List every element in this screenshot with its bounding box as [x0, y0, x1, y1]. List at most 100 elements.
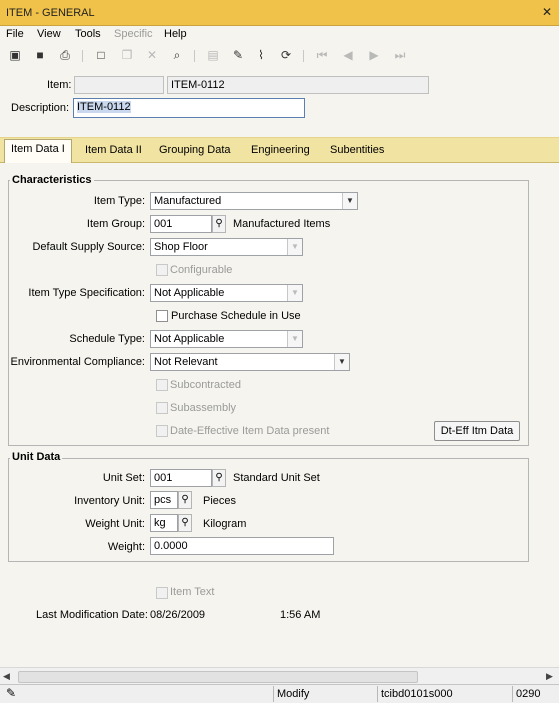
- status-mode: Modify: [273, 686, 377, 702]
- supply-source-label: Default Supply Source:: [32, 241, 145, 253]
- find-icon[interactable]: ⌕: [168, 46, 186, 64]
- menu-specific[interactable]: Specific: [114, 28, 153, 40]
- tab-subentities[interactable]: Subentities: [324, 141, 390, 161]
- toolbar-separator: [303, 50, 304, 62]
- pen-icon: ✎: [6, 686, 17, 700]
- tab-item-data-1[interactable]: Item Data I: [4, 139, 72, 163]
- next-record-icon[interactable]: ▶: [365, 46, 383, 64]
- schedule-type-select[interactable]: Not Applicable ▼: [150, 330, 303, 348]
- item-group-input[interactable]: 001: [150, 215, 212, 233]
- tab-engineering[interactable]: Engineering: [245, 141, 316, 161]
- tab-bar: Item Data I Item Data II Grouping Data E…: [0, 137, 559, 163]
- inventory-unit-label: Inventory Unit:: [74, 495, 145, 507]
- title-bar: ITEM - GENERAL ✕: [0, 0, 559, 26]
- save-and-exit-icon[interactable]: ▣: [6, 46, 24, 64]
- horizontal-scrollbar[interactable]: ◀ ▶: [0, 667, 559, 685]
- item-prefix-field: [74, 76, 164, 94]
- new-icon[interactable]: □: [92, 46, 110, 64]
- first-record-icon[interactable]: ⏮: [313, 46, 331, 64]
- status-bar: ✎ Modify tcibd0101s000 0290: [0, 684, 559, 703]
- environmental-compliance-value: Not Relevant: [154, 356, 218, 368]
- configurable-label: Configurable: [170, 264, 233, 276]
- status-company: 0290: [512, 686, 556, 702]
- item-group-label: Item Group:: [86, 218, 145, 230]
- date-effective-checkbox[interactable]: [156, 425, 168, 437]
- tab-item-data-2[interactable]: Item Data II: [79, 141, 148, 161]
- dt-eff-item-data-button[interactable]: Dt-Eff Itm Data: [434, 421, 520, 441]
- prev-record-icon[interactable]: ◀: [339, 46, 357, 64]
- description-value: ITEM-0112: [77, 101, 131, 113]
- search-icon[interactable]: ⚲: [212, 215, 226, 233]
- window-title: ITEM - GENERAL: [6, 7, 95, 19]
- item-type-label: Item Type:: [93, 195, 145, 207]
- refresh-icon[interactable]: ⟳: [277, 46, 295, 64]
- environmental-compliance-label: Environmental Compliance:: [10, 356, 145, 368]
- subcontracted-checkbox[interactable]: [156, 379, 168, 391]
- inventory-unit-input[interactable]: pcs: [150, 491, 178, 509]
- save-icon[interactable]: ■: [31, 46, 49, 64]
- environmental-compliance-select[interactable]: Not Relevant ▼: [150, 353, 350, 371]
- subassembly-label: Subassembly: [170, 402, 237, 414]
- weight-unit-label: Weight Unit:: [85, 518, 145, 530]
- description-input[interactable]: ITEM-0112: [73, 98, 305, 118]
- chevron-down-icon[interactable]: ▼: [287, 285, 302, 301]
- characteristics-title: Characteristics: [10, 174, 94, 186]
- toolbar-separator: [194, 50, 195, 62]
- supply-source-value: Shop Floor: [154, 241, 208, 253]
- unit-set-description: Standard Unit Set: [233, 472, 320, 484]
- scroll-left-icon[interactable]: ◀: [3, 671, 10, 682]
- copy-icon[interactable]: ❐: [118, 46, 136, 64]
- toolbar-separator: [82, 50, 83, 62]
- configurable-checkbox[interactable]: [156, 264, 168, 276]
- item-code-field[interactable]: ITEM-0112: [167, 76, 429, 94]
- close-icon[interactable]: ✕: [541, 6, 553, 18]
- subcontracted-label: Subcontracted: [170, 379, 241, 391]
- chevron-down-icon[interactable]: ▼: [334, 354, 349, 370]
- menu-bar: File View Tools Specific Help: [0, 26, 559, 43]
- supply-source-select[interactable]: Shop Floor ▼: [150, 238, 303, 256]
- menu-help[interactable]: Help: [164, 28, 187, 40]
- lock-icon[interactable]: ▤: [204, 46, 222, 64]
- search-icon[interactable]: ⚲: [178, 514, 192, 532]
- item-text-checkbox[interactable]: [156, 587, 168, 599]
- last-modification-date: 08/26/2009: [150, 609, 206, 621]
- last-record-icon[interactable]: ⏭: [391, 46, 409, 64]
- print-icon[interactable]: ⎙: [56, 46, 74, 64]
- scroll-right-icon[interactable]: ▶: [546, 671, 553, 682]
- chevron-down-icon[interactable]: ▼: [287, 331, 302, 347]
- schedule-type-value: Not Applicable: [154, 333, 225, 345]
- schedule-type-label: Schedule Type:: [69, 333, 145, 345]
- purchase-schedule-checkbox[interactable]: [156, 310, 168, 322]
- unit-data-title: Unit Data: [10, 451, 63, 463]
- last-modification-label: Last Modification Date:: [36, 609, 148, 621]
- delete-icon[interactable]: ✕: [143, 46, 161, 64]
- last-modification-time: 1:56 AM: [280, 609, 321, 621]
- menu-view[interactable]: View: [37, 28, 61, 40]
- tab-grouping-data[interactable]: Grouping Data: [153, 141, 237, 161]
- weight-unit-input[interactable]: kg: [150, 514, 178, 532]
- item-text-label: Item Text: [170, 586, 215, 598]
- status-session: tcibd0101s000: [377, 686, 511, 702]
- type-spec-value: Not Applicable: [154, 287, 225, 299]
- subassembly-checkbox[interactable]: [156, 402, 168, 414]
- description-label: Description:: [11, 102, 70, 114]
- toolbar: ▣ ■ ⎙ □ ❐ ✕ ⌕ ▤ ✎ ⌇ ⟳ ⏮ ◀ ▶ ⏭: [0, 44, 559, 68]
- chevron-down-icon[interactable]: ▼: [287, 239, 302, 255]
- type-spec-select[interactable]: Not Applicable ▼: [150, 284, 303, 302]
- unit-set-input[interactable]: 001: [150, 469, 212, 487]
- attach-icon[interactable]: ⌇: [252, 46, 270, 64]
- item-type-select[interactable]: Manufactured ▼: [150, 192, 358, 210]
- menu-file[interactable]: File: [6, 28, 24, 40]
- search-icon[interactable]: ⚲: [212, 469, 226, 487]
- search-icon[interactable]: ⚲: [178, 491, 192, 509]
- inventory-unit-description: Pieces: [203, 495, 237, 507]
- unit-set-label: Unit Set:: [102, 472, 145, 484]
- menu-tools[interactable]: Tools: [75, 28, 101, 40]
- edit-note-icon[interactable]: ✎: [229, 46, 247, 64]
- weight-label: Weight:: [107, 541, 145, 553]
- chevron-down-icon[interactable]: ▼: [342, 193, 357, 209]
- weight-input[interactable]: 0.0000: [150, 537, 334, 555]
- item-type-value: Manufactured: [154, 195, 222, 207]
- scrollbar-thumb[interactable]: [18, 671, 418, 683]
- date-effective-label: Date-Effective Item Data present: [170, 425, 330, 437]
